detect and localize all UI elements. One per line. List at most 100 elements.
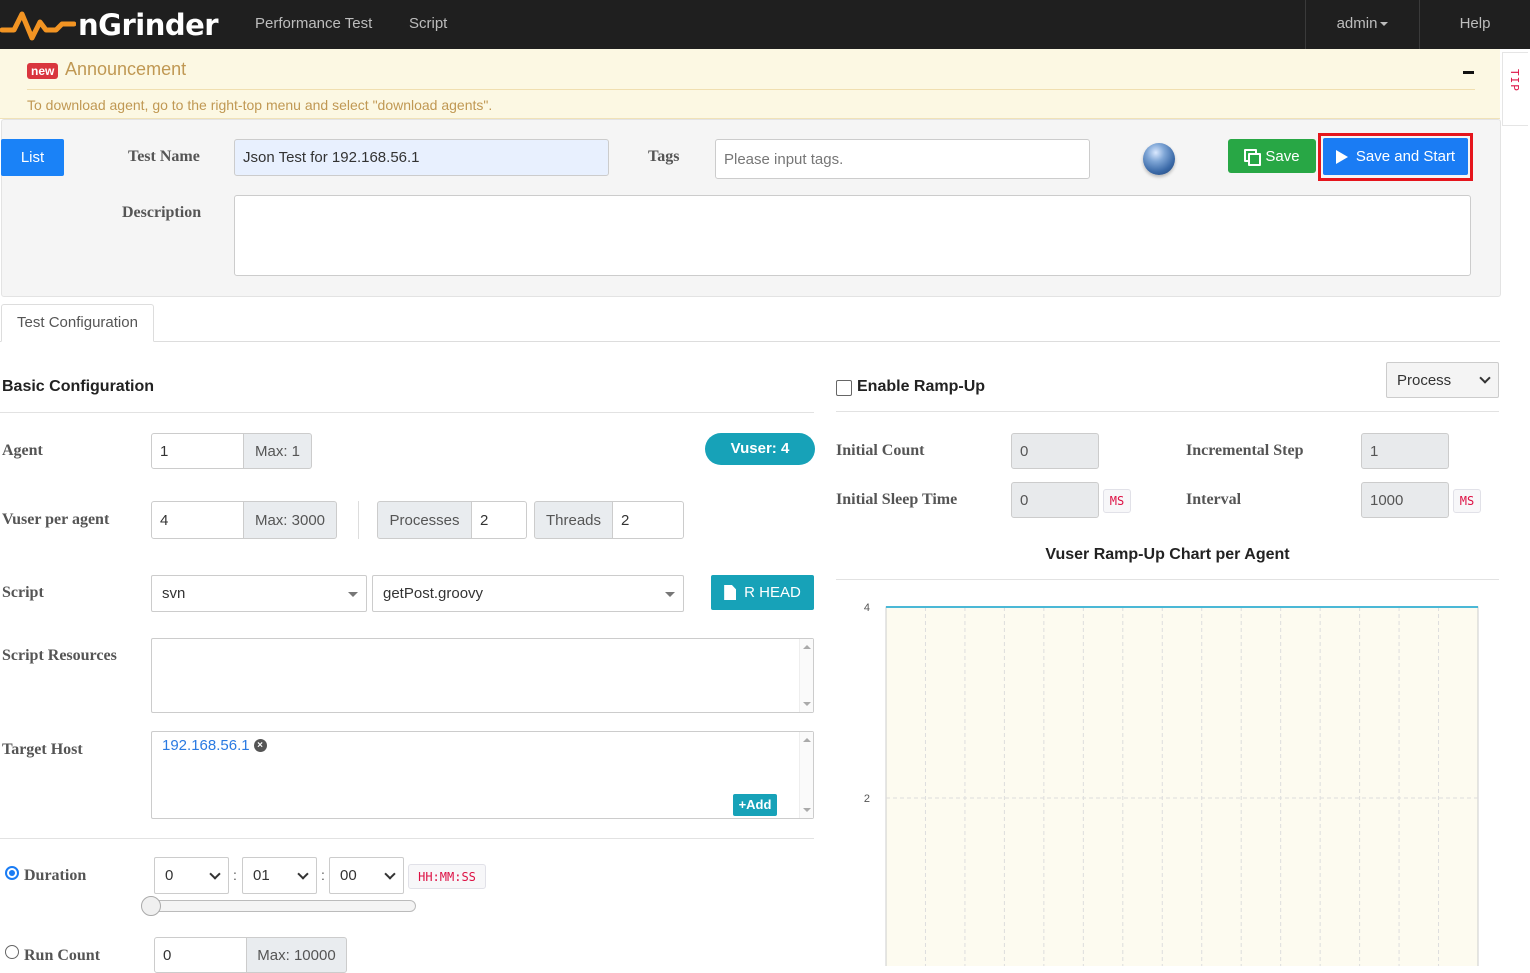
runcount-label: Run Count — [24, 947, 101, 964]
duration-label: Duration — [24, 867, 87, 884]
duration-hours-value: 0 — [165, 867, 174, 884]
target-host-box[interactable]: 192.168.56.1 × +Add — [151, 731, 814, 819]
vuser-value: 4 — [160, 511, 169, 529]
scroll-down-icon[interactable] — [803, 702, 811, 706]
processes-label: Processes — [377, 501, 472, 539]
chart-divider — [836, 579, 1499, 580]
agent-input[interactable]: 1 — [151, 433, 244, 469]
runcount-radio[interactable] — [5, 945, 19, 959]
list-button[interactable]: List — [1, 139, 64, 176]
vuser-total-badge: Vuser: 4 — [705, 433, 815, 465]
duration-slider[interactable] — [142, 900, 416, 912]
ngrinder-logo[interactable]: nGrinder — [0, 6, 219, 44]
user-name: admin — [1336, 15, 1378, 32]
navbar: nGrinder Performance Test Script admin H… — [0, 0, 1530, 49]
test-name-input[interactable]: Json Test for 192.168.56.1 — [234, 139, 609, 176]
duration-radio[interactable] — [5, 866, 19, 880]
time-separator: : — [321, 867, 325, 883]
tab-divider — [0, 341, 1500, 342]
duration-minutes-select[interactable]: 01 — [242, 857, 317, 894]
tip-tab[interactable]: TIP — [1502, 52, 1528, 126]
vuser-input[interactable]: 4 — [151, 501, 244, 539]
processes-value: 2 — [480, 511, 489, 529]
script-file-select[interactable]: getPost.groovy — [372, 575, 684, 612]
vuser-max: Max: 3000 — [243, 501, 337, 539]
runcount-value: 0 — [163, 946, 172, 964]
tags-label: Tags — [648, 148, 680, 165]
tab-test-configuration[interactable]: Test Configuration — [1, 304, 154, 342]
add-host-button[interactable]: +Add — [733, 794, 777, 816]
initial-sleep-input[interactable]: 0 — [1011, 482, 1099, 518]
chevron-down-icon — [384, 867, 396, 880]
interval-value: 1000 — [1370, 491, 1404, 509]
interval-input[interactable]: 1000 — [1361, 482, 1449, 518]
rhead-button[interactable]: R HEAD — [711, 575, 814, 610]
chevron-down-icon — [297, 867, 309, 880]
save-button[interactable]: Save — [1228, 139, 1316, 173]
target-host-label: Target Host — [2, 741, 83, 758]
initial-sleep-unit: MS — [1103, 489, 1131, 513]
incremental-step-label: Incremental Step — [1186, 442, 1304, 459]
description-label: Description — [122, 204, 202, 221]
interval-unit: MS — [1453, 489, 1481, 513]
scroll-up-icon[interactable] — [803, 645, 811, 649]
waveform-icon — [0, 11, 76, 41]
enable-rampup-label: Enable Ramp-Up — [857, 378, 986, 395]
initial-sleep-label: Initial Sleep Time — [836, 491, 958, 508]
script-resources-box[interactable] — [151, 638, 814, 713]
rampup-type-select[interactable]: Process — [1386, 362, 1499, 398]
tags-input[interactable]: Please input tags. — [715, 139, 1090, 179]
scroll-up-icon[interactable] — [803, 738, 811, 742]
duration-minutes-value: 01 — [253, 867, 270, 884]
caret-down-icon — [1380, 22, 1389, 27]
script-resources-label: Script Resources — [2, 647, 117, 664]
dropdown-arrow-icon — [348, 591, 358, 597]
scrollbar[interactable] — [799, 639, 813, 712]
threads-value: 2 — [621, 511, 630, 529]
duration-slider-handle[interactable] — [141, 896, 161, 916]
threads-label: Threads — [534, 501, 613, 539]
processes-input[interactable]: 2 — [471, 501, 527, 539]
duration-hours-select[interactable]: 0 — [154, 857, 229, 894]
help-link[interactable]: Help — [1419, 0, 1530, 49]
nav-performance-test[interactable]: Performance Test — [255, 0, 372, 49]
scroll-down-icon[interactable] — [803, 808, 811, 812]
save-and-start-button[interactable]: Save and Start — [1323, 138, 1468, 175]
help-label: Help — [1459, 15, 1491, 32]
enable-rampup-checkbox[interactable] — [836, 380, 852, 396]
announcement-message: To download agent, go to the right-top m… — [27, 97, 493, 113]
chart-title: Vuser Ramp-Up Chart per Agent — [1045, 546, 1290, 563]
script-repo-select[interactable]: svn — [151, 575, 367, 612]
brand-name: nGrinder — [78, 8, 219, 42]
tags-placeholder: Please input tags. — [724, 150, 844, 168]
rampup-divider — [836, 411, 1499, 412]
play-icon — [1335, 149, 1348, 164]
vertical-divider — [358, 501, 359, 539]
duration-unit: HH:MM:SS — [408, 864, 486, 889]
tip-label: TIP — [1508, 69, 1521, 92]
threads-input[interactable]: 2 — [612, 501, 684, 539]
rampup-chart: 42 — [864, 602, 1479, 966]
agent-value: 1 — [160, 442, 169, 460]
plot-area — [885, 606, 1479, 966]
save-and-start-label: Save and Start — [1355, 148, 1456, 165]
runcount-input[interactable]: 0 — [154, 937, 247, 973]
remove-host-icon[interactable]: × — [253, 739, 267, 752]
duration-seconds-select[interactable]: 00 — [329, 857, 404, 894]
duration-seconds-value: 00 — [340, 867, 357, 884]
incremental-step-value: 1 — [1370, 442, 1379, 460]
target-host-tag[interactable]: 192.168.56.1 × — [162, 737, 267, 754]
initial-count-input[interactable]: 0 — [1011, 433, 1099, 469]
user-menu[interactable]: admin — [1305, 0, 1419, 49]
target-host-value: 192.168.56.1 — [162, 737, 250, 754]
incremental-step-input[interactable]: 1 — [1361, 433, 1449, 469]
rampup-type-value: Process — [1397, 371, 1452, 389]
duration-divider — [0, 838, 814, 839]
description-textarea[interactable] — [234, 195, 1471, 276]
basic-config-divider — [0, 412, 814, 413]
collapse-icon[interactable] — [1463, 71, 1474, 74]
scrollbar[interactable] — [799, 732, 813, 818]
initial-sleep-value: 0 — [1020, 491, 1029, 509]
nav-script[interactable]: Script — [409, 0, 447, 49]
agent-max: Max: 1 — [243, 433, 312, 469]
